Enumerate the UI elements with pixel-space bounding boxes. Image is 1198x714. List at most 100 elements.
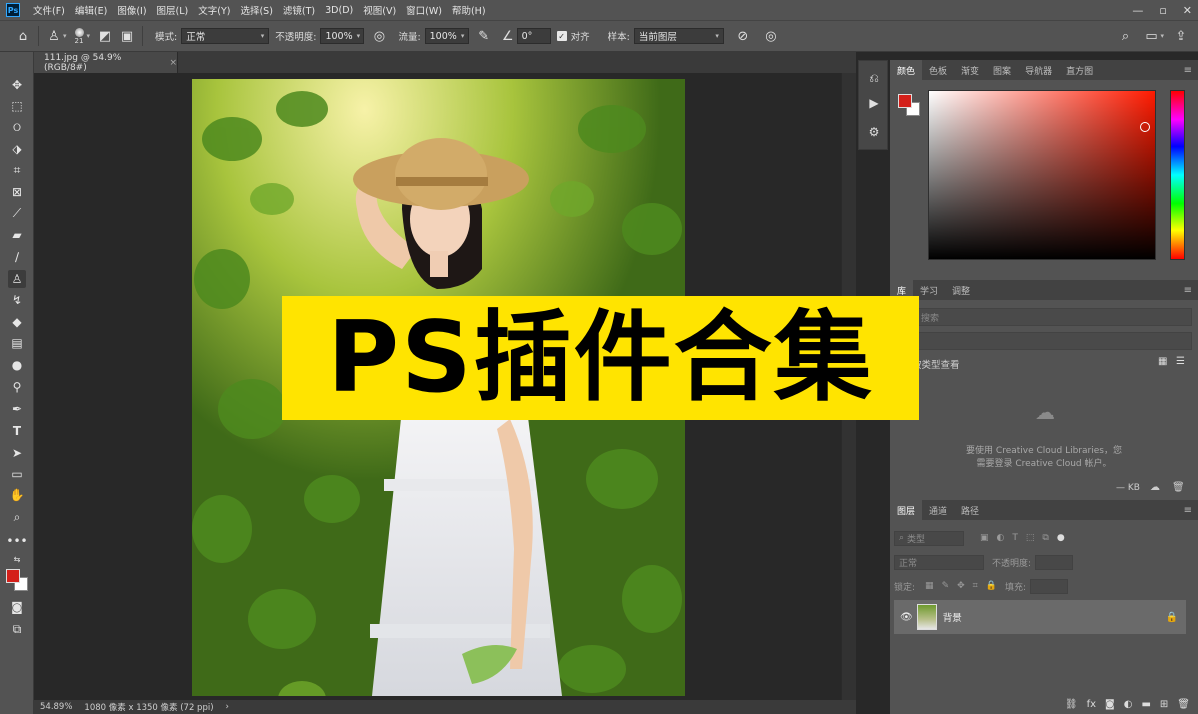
mode-select[interactable]: 正常 ▾ — [181, 28, 270, 44]
move-tool-icon[interactable]: ✥ — [8, 76, 26, 94]
pressure-opacity-icon[interactable]: ◎ — [370, 27, 388, 45]
more-tools-icon[interactable]: ••• — [6, 532, 27, 550]
chevron-down-icon[interactable]: ▾ — [63, 32, 67, 40]
menu-3d[interactable]: 3D(D) — [320, 5, 358, 16]
properties-panel-icon[interactable]: ⚙ — [867, 125, 881, 139]
menu-edit[interactable]: 编辑(E) — [70, 3, 112, 17]
hand-tool-icon[interactable]: ✋ — [8, 486, 26, 504]
lock-artboard-icon[interactable]: ⌗ — [973, 581, 978, 591]
menu-file[interactable]: 文件(F) — [28, 3, 70, 17]
new-layer-icon[interactable]: ⊞ — [1160, 699, 1168, 710]
search-icon[interactable]: ⌕ — [1116, 27, 1134, 45]
quick-mask-icon[interactable]: ◙ — [8, 598, 26, 616]
dodge-tool-icon[interactable]: ⚲ — [8, 378, 26, 396]
view-by-type-label[interactable]: 按类型查看 — [912, 357, 960, 371]
blur-tool-icon[interactable]: ● — [8, 356, 26, 374]
document-tab[interactable]: 111.jpg @ 54.9%(RGB/8#) × — [34, 52, 178, 73]
gradient-tool-icon[interactable]: ▤ — [8, 334, 26, 352]
angle-input[interactable]: 0° — [516, 28, 551, 44]
grid-view-icon[interactable]: ▦ — [1158, 356, 1167, 367]
clone-stamp-tool-icon[interactable]: ♙ — [45, 27, 63, 45]
type-tool-icon[interactable]: T — [8, 422, 26, 440]
menu-layer[interactable]: 图层(L) — [152, 3, 194, 17]
type-filter-icon[interactable]: T — [1012, 533, 1018, 543]
swap-colors-icon[interactable]: ⇆ — [8, 550, 26, 568]
tab-paths[interactable]: 路径 — [954, 500, 986, 520]
filter-toggle-icon[interactable]: ● — [1057, 533, 1065, 543]
trash-icon[interactable]: 🗑 — [1172, 482, 1185, 493]
close-icon[interactable]: × — [169, 58, 177, 68]
tab-histogram[interactable]: 直方图 — [1059, 60, 1100, 80]
menu-select[interactable]: 选择(S) — [235, 3, 277, 17]
new-group-icon[interactable]: ▬ — [1141, 699, 1150, 710]
tab-gradients[interactable]: 渐变 — [954, 60, 986, 80]
clone-source-icon[interactable]: ▣ — [118, 27, 136, 45]
panel-menu-icon[interactable]: ≡ — [1184, 65, 1192, 76]
chevron-down-icon[interactable]: ▾ — [1160, 32, 1164, 40]
menu-help[interactable]: 帮助(H) — [447, 3, 491, 17]
frame-tool-icon[interactable]: ⊠ — [8, 183, 26, 201]
menu-type[interactable]: 文字(Y) — [193, 3, 235, 17]
marquee-tool-icon[interactable]: ⬚ — [8, 97, 26, 115]
lock-image-icon[interactable]: ✎ — [942, 581, 950, 591]
library-select[interactable] — [896, 332, 1192, 350]
pressure-size-icon[interactable]: ◎ — [762, 27, 780, 45]
fill-input[interactable] — [1030, 578, 1068, 594]
shape-filter-icon[interactable]: ⬚ — [1026, 533, 1035, 543]
delete-layer-icon[interactable]: 🗑 — [1177, 699, 1190, 710]
lock-position-icon[interactable]: ✥ — [957, 581, 965, 591]
airbrush-icon[interactable]: ✎ — [475, 27, 493, 45]
tab-navigator[interactable]: 导航器 — [1018, 60, 1059, 80]
hue-slider[interactable] — [1170, 90, 1185, 260]
chevron-right-icon[interactable]: › — [226, 702, 229, 712]
eyedropper-tool-icon[interactable]: ⟋ — [8, 204, 26, 222]
layer-row-background[interactable]: 👁 背景 🔒 — [894, 600, 1186, 634]
panel-menu-icon[interactable]: ≡ — [1184, 285, 1192, 296]
tab-layers[interactable]: 图层 — [890, 500, 923, 520]
tab-patterns[interactable]: 图案 — [986, 60, 1018, 80]
layer-style-icon[interactable]: fx — [1087, 699, 1096, 710]
layer-opacity-input[interactable] — [1035, 554, 1074, 570]
menu-image[interactable]: 图像(I) — [112, 3, 151, 17]
zoom-tool-icon[interactable]: ⌕ — [8, 508, 26, 526]
quick-select-tool-icon[interactable]: ⬗ — [8, 140, 26, 158]
chevron-down-icon[interactable]: ▾ — [87, 32, 91, 40]
panel-menu-icon[interactable]: ≡ — [1184, 505, 1192, 516]
layer-name[interactable]: 背景 — [943, 610, 962, 624]
sample-select[interactable]: 当前图层 ▾ — [633, 28, 724, 44]
brush-tool-icon[interactable]: ∕ — [8, 248, 26, 266]
tab-channels[interactable]: 通道 — [922, 500, 954, 520]
link-layers-icon[interactable]: ⛓ — [1065, 699, 1078, 710]
close-button[interactable]: ✕ — [1183, 4, 1192, 17]
actions-play-icon[interactable]: ▶ — [867, 96, 881, 110]
pen-tool-icon[interactable]: ✒ — [8, 400, 26, 418]
menu-window[interactable]: 窗口(W) — [401, 3, 447, 17]
ignore-adjustment-icon[interactable]: ⊘ — [734, 27, 752, 45]
cloud-sync-icon[interactable]: ☁ — [1150, 482, 1160, 493]
workspace-icon[interactable]: ▭ — [1142, 27, 1160, 45]
share-icon[interactable]: ⇪ — [1172, 27, 1190, 45]
list-view-icon[interactable]: ☰ — [1176, 356, 1185, 367]
visibility-eye-icon[interactable]: 👁 — [900, 612, 913, 623]
brush-settings-icon[interactable]: ◩ — [96, 27, 114, 45]
adjustment-layer-icon[interactable]: ◐ — [1124, 699, 1133, 710]
clone-stamp-tool-icon[interactable]: ♙ — [8, 270, 26, 288]
home-icon[interactable]: ⌂ — [14, 27, 32, 45]
pixel-filter-icon[interactable]: ▣ — [980, 533, 989, 543]
smart-object-filter-icon[interactable]: ⧉ — [1042, 533, 1048, 543]
opacity-input[interactable]: 100% ▾ — [320, 28, 365, 44]
library-search-input[interactable]: 搜索 — [896, 308, 1192, 326]
eraser-tool-icon[interactable]: ◆ — [8, 313, 26, 331]
screen-mode-icon[interactable]: ⧉ — [8, 620, 26, 638]
tab-adjustments[interactable]: 调整 — [945, 280, 977, 300]
menu-view[interactable]: 视图(V) — [358, 3, 401, 17]
lock-transparent-icon[interactable]: ▦ — [925, 581, 934, 591]
menu-filter[interactable]: 滤镜(T) — [278, 3, 320, 17]
lasso-tool-icon[interactable]: ଠ — [8, 118, 26, 136]
crop-tool-icon[interactable]: ⌗ — [8, 161, 26, 179]
adjustment-filter-icon[interactable]: ◐ — [997, 533, 1005, 543]
tab-color[interactable]: 颜色 — [890, 60, 923, 80]
zoom-level[interactable]: 54.89% — [40, 702, 72, 712]
maximize-button[interactable]: ▫ — [1159, 4, 1166, 17]
history-panel-icon[interactable]: ⎌ — [867, 71, 881, 85]
